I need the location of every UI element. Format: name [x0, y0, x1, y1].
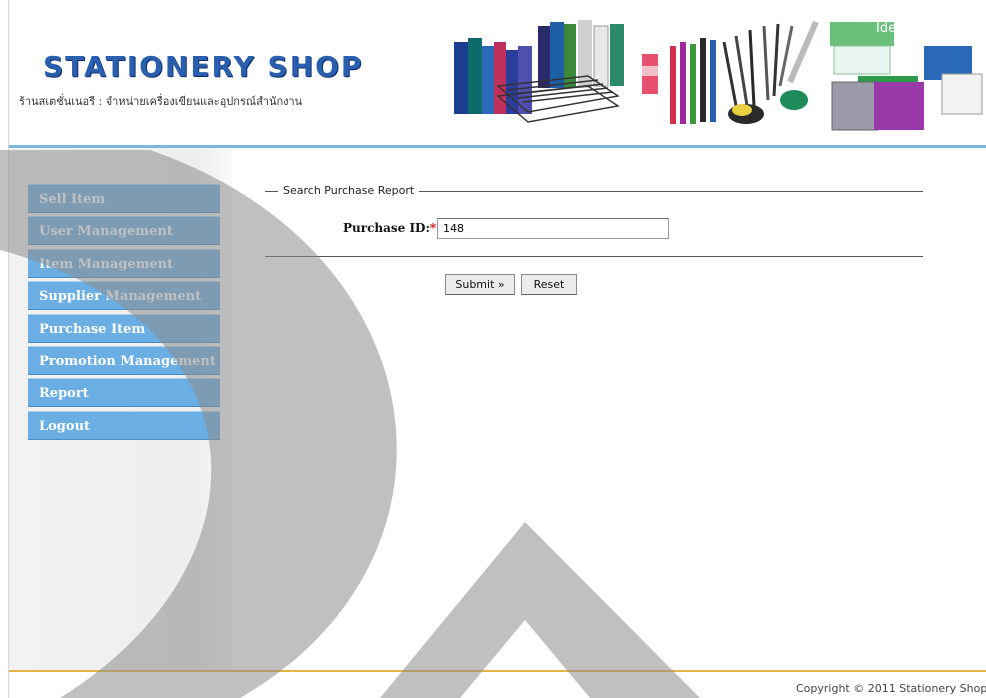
sidebar-item-user-management[interactable]: User Management	[28, 216, 220, 246]
sidebar-item-logout[interactable]: Logout	[28, 410, 220, 440]
stationery-banner-image: Idea	[454, 20, 983, 131]
sidebar-menu: Sell Item User Management Item Managemen…	[28, 184, 220, 443]
purchase-id-label-text: Purchase ID:	[343, 221, 430, 235]
required-marker: *	[429, 221, 437, 235]
sidebar-item-purchase-item[interactable]: Purchase Item	[28, 313, 220, 343]
sidebar-item-sell-item[interactable]: Sell Item	[28, 184, 220, 213]
footer-divider	[9, 670, 986, 672]
copyright-text: Copyright © 2011 Stationery Shop	[796, 682, 986, 695]
pens-icon	[642, 20, 819, 124]
purchase-id-label: Purchase ID:*	[343, 221, 436, 235]
banner-brand-text: Idea	[876, 21, 904, 36]
sidebar-item-supplier-management[interactable]: Supplier Management	[28, 281, 220, 311]
fieldset-legend: Search Purchase Report	[278, 184, 420, 197]
submit-button[interactable]: Submit »	[445, 274, 515, 295]
form-divider	[265, 256, 923, 257]
logo-subtitle: ร้านสเตชั่นเนอรี : จำหน่ายเครื่องเขียนแล…	[19, 95, 303, 108]
sidebar-item-report[interactable]: Report	[28, 378, 220, 408]
paper-boxes-icon: Idea	[830, 21, 983, 131]
logo-title[interactable]: STATIONERY SHOP	[43, 50, 363, 83]
purchase-id-input[interactable]	[437, 218, 669, 239]
sidebar-item-item-management[interactable]: Item Management	[28, 248, 220, 278]
sidebar-item-promotion-management[interactable]: Promotion Management	[28, 345, 220, 375]
reset-button[interactable]: Reset	[521, 274, 577, 295]
